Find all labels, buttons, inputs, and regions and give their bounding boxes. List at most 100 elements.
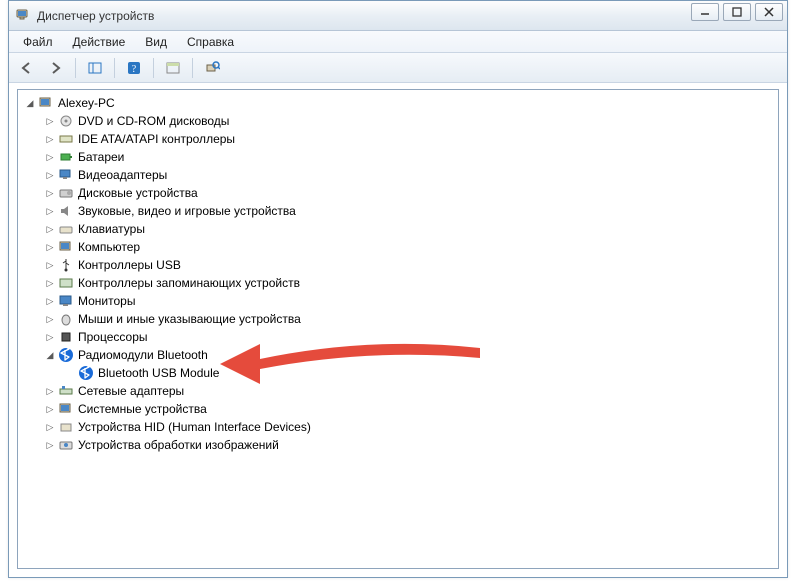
- tree-category-sound[interactable]: ▷ Звуковые, видео и игровые устройства: [18, 202, 778, 220]
- collapse-icon[interactable]: ◢: [24, 97, 36, 109]
- computer-icon: [58, 239, 74, 255]
- expand-icon[interactable]: ▷: [44, 421, 56, 433]
- tree-category-system[interactable]: ▷ Системные устройства: [18, 400, 778, 418]
- tree-label: Звуковые, видео и игровые устройства: [78, 204, 296, 218]
- expand-icon[interactable]: ▷: [44, 133, 56, 145]
- tree-label: Системные устройства: [78, 402, 207, 416]
- expand-icon[interactable]: ▷: [44, 151, 56, 163]
- tree-category-imaging[interactable]: ▷ Устройства обработки изображений: [18, 436, 778, 454]
- tree-label: Bluetooth USB Module: [98, 366, 219, 380]
- disc-drive-icon: [58, 113, 74, 129]
- expand-icon[interactable]: ▷: [44, 295, 56, 307]
- menu-action[interactable]: Действие: [63, 31, 136, 52]
- sound-icon: [58, 203, 74, 219]
- back-button[interactable]: [15, 56, 41, 80]
- expand-icon[interactable]: ▷: [44, 169, 56, 181]
- hid-icon: [58, 419, 74, 435]
- title-bar: Диспетчер устройств: [9, 1, 787, 31]
- toolbar: ?: [9, 53, 787, 83]
- tree-category-monitor[interactable]: ▷ Мониторы: [18, 292, 778, 310]
- scan-hardware-button[interactable]: [199, 56, 225, 80]
- usb-icon: [58, 257, 74, 273]
- tree-device-bluetooth-usb[interactable]: Bluetooth USB Module: [18, 364, 778, 382]
- disk-drive-icon: [58, 185, 74, 201]
- forward-button[interactable]: [43, 56, 69, 80]
- device-tree[interactable]: ◢ Alexey-PC ▷ DVD и CD-ROM дисководы ▷ I…: [17, 89, 779, 569]
- device-manager-icon: [15, 6, 31, 25]
- tree-category-cpu[interactable]: ▷ Процессоры: [18, 328, 778, 346]
- tree-label: IDE ATA/ATAPI контроллеры: [78, 132, 235, 146]
- expand-icon[interactable]: ▷: [44, 331, 56, 343]
- system-device-icon: [58, 401, 74, 417]
- expand-icon[interactable]: ▷: [44, 277, 56, 289]
- mouse-icon: [58, 311, 74, 327]
- help-button[interactable]: ?: [121, 56, 147, 80]
- toolbar-separator: [153, 58, 154, 78]
- tree-category-ide[interactable]: ▷ IDE ATA/ATAPI контроллеры: [18, 130, 778, 148]
- expand-icon[interactable]: ▷: [44, 313, 56, 325]
- maximize-button[interactable]: [723, 3, 751, 21]
- network-adapter-icon: [58, 383, 74, 399]
- display-adapter-icon: [58, 167, 74, 183]
- menu-view[interactable]: Вид: [135, 31, 177, 52]
- properties-button[interactable]: [160, 56, 186, 80]
- expand-icon[interactable]: ▷: [44, 115, 56, 127]
- tree-category-display[interactable]: ▷ Видеоадаптеры: [18, 166, 778, 184]
- bluetooth-icon: [78, 365, 94, 381]
- cpu-icon: [58, 329, 74, 345]
- tree-category-usb[interactable]: ▷ Контроллеры USB: [18, 256, 778, 274]
- tree-category-computer[interactable]: ▷ Компьютер: [18, 238, 778, 256]
- menu-help[interactable]: Справка: [177, 31, 244, 52]
- svg-text:?: ?: [132, 64, 137, 75]
- tree-label: Мыши и иные указывающие устройства: [78, 312, 301, 326]
- toolbar-separator: [114, 58, 115, 78]
- expand-icon[interactable]: ▷: [44, 385, 56, 397]
- tree-category-disk[interactable]: ▷ Дисковые устройства: [18, 184, 778, 202]
- tree-label: Процессоры: [78, 330, 148, 344]
- tree-label: Радиомодули Bluetooth: [78, 348, 208, 362]
- computer-icon: [38, 95, 54, 111]
- battery-icon: [58, 149, 74, 165]
- tree-label: Дисковые устройства: [78, 186, 198, 200]
- expand-icon[interactable]: ▷: [44, 205, 56, 217]
- menu-file[interactable]: Файл: [13, 31, 63, 52]
- tree-label: Клавиатуры: [78, 222, 145, 236]
- keyboard-icon: [58, 221, 74, 237]
- tree-category-keyboard[interactable]: ▷ Клавиатуры: [18, 220, 778, 238]
- tree-label: Контроллеры запоминающих устройств: [78, 276, 300, 290]
- device-manager-window: Диспетчер устройств Файл Действие Вид Сп…: [8, 0, 788, 578]
- imaging-device-icon: [58, 437, 74, 453]
- tree-category-battery[interactable]: ▷ Батареи: [18, 148, 778, 166]
- tree-label: Батареи: [78, 150, 124, 164]
- tree-label: Устройства HID (Human Interface Devices): [78, 420, 311, 434]
- expand-icon[interactable]: ▷: [44, 187, 56, 199]
- tree-category-bluetooth[interactable]: ◢ Радиомодули Bluetooth: [18, 346, 778, 364]
- expand-icon[interactable]: ▷: [44, 259, 56, 271]
- expand-icon[interactable]: ▷: [44, 403, 56, 415]
- monitor-icon: [58, 293, 74, 309]
- tree-label: DVD и CD-ROM дисководы: [78, 114, 229, 128]
- expand-icon[interactable]: ▷: [44, 439, 56, 451]
- storage-controller-icon: [58, 275, 74, 291]
- collapse-icon[interactable]: ◢: [44, 349, 56, 361]
- toolbar-separator: [192, 58, 193, 78]
- tree-root[interactable]: ◢ Alexey-PC: [18, 94, 778, 112]
- tree-label: Контроллеры USB: [78, 258, 181, 272]
- tree-label: Устройства обработки изображений: [78, 438, 279, 452]
- toolbar-separator: [75, 58, 76, 78]
- close-button[interactable]: [755, 3, 783, 21]
- tree-category-hid[interactable]: ▷ Устройства HID (Human Interface Device…: [18, 418, 778, 436]
- minimize-button[interactable]: [691, 3, 719, 21]
- expand-icon[interactable]: ▷: [44, 223, 56, 235]
- tree-category-storage[interactable]: ▷ Контроллеры запоминающих устройств: [18, 274, 778, 292]
- tree-label: Мониторы: [78, 294, 135, 308]
- tree-category-dvd[interactable]: ▷ DVD и CD-ROM дисководы: [18, 112, 778, 130]
- ide-controller-icon: [58, 131, 74, 147]
- show-hide-tree-button[interactable]: [82, 56, 108, 80]
- tree-label: Видеоадаптеры: [78, 168, 167, 182]
- tree-category-network[interactable]: ▷ Сетевые адаптеры: [18, 382, 778, 400]
- expand-icon[interactable]: ▷: [44, 241, 56, 253]
- tree-label: Компьютер: [78, 240, 140, 254]
- tree-category-mouse[interactable]: ▷ Мыши и иные указывающие устройства: [18, 310, 778, 328]
- bluetooth-icon: [58, 347, 74, 363]
